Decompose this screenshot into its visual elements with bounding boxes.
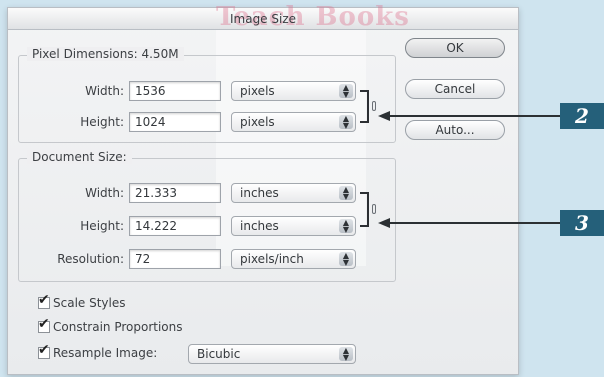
resample-method-select[interactable]: Bicubic ▲ ▼ xyxy=(188,344,356,364)
pixel-dimensions-size: 4.50M xyxy=(141,47,179,61)
chain-link-icon xyxy=(372,204,376,214)
document-height-unit-select[interactable]: inches ▲ ▼ xyxy=(231,216,356,236)
pixel-link-bracket xyxy=(360,90,369,123)
document-height-unit-value: inches xyxy=(240,219,279,233)
pixel-height-unit-value: pixels xyxy=(240,115,275,129)
callout-badge-2: 2 xyxy=(560,103,604,129)
callout-3-line xyxy=(388,222,560,224)
updown-arrows-icon: ▲ ▼ xyxy=(339,219,353,234)
updown-arrows-icon: ▲ ▼ xyxy=(339,252,353,267)
document-height-field[interactable]: 14.222 xyxy=(129,216,221,236)
auto-button[interactable]: Auto... xyxy=(405,120,505,140)
updown-arrows-icon: ▲ ▼ xyxy=(339,186,353,201)
updown-arrows-icon: ▲ ▼ xyxy=(339,115,353,130)
cancel-button[interactable]: Cancel xyxy=(405,79,505,99)
resample-image-option[interactable]: ✔ Resample Image: xyxy=(38,343,158,360)
checkmark-icon: ✔ xyxy=(38,342,50,358)
document-width-unit-value: inches xyxy=(240,186,279,200)
updown-arrows-icon: ▲ ▼ xyxy=(339,347,353,362)
resolution-unit-value: pixels/inch xyxy=(240,252,304,266)
resample-method-value: Bicubic xyxy=(197,347,241,361)
document-height-label: Height: xyxy=(80,219,124,233)
document-width-field[interactable]: 21.333 xyxy=(129,183,221,203)
constrain-proportions-checkbox[interactable]: ✔ xyxy=(38,317,50,333)
resolution-unit-select[interactable]: pixels/inch ▲ ▼ xyxy=(231,249,356,269)
resample-image-label: Resample Image: xyxy=(53,346,158,360)
document-size-legend: Document Size: xyxy=(27,150,132,164)
constrain-proportions-option[interactable]: ✔ Constrain Proportions xyxy=(38,317,183,334)
dialog-title: Image Size xyxy=(229,12,297,26)
scale-styles-label: Scale Styles xyxy=(53,296,126,310)
resolution-label: Resolution: xyxy=(57,252,124,266)
chain-link-icon xyxy=(372,101,376,111)
updown-arrows-icon: ▲ ▼ xyxy=(339,84,353,99)
pixel-width-unit-select[interactable]: pixels ▲ ▼ xyxy=(231,81,356,101)
pixel-height-unit-select[interactable]: pixels ▲ ▼ xyxy=(231,112,356,132)
pixel-width-field[interactable]: 1536 xyxy=(129,81,221,101)
pixel-width-label: Width: xyxy=(85,84,124,98)
document-link-bracket xyxy=(360,192,369,227)
resample-image-checkbox[interactable]: ✔ xyxy=(38,343,50,359)
title-bar[interactable]: Teach Books Image Size xyxy=(8,2,518,32)
pixel-dimensions-legend: Pixel Dimensions: 4.50M xyxy=(27,47,184,61)
scale-styles-option[interactable]: ✔ Scale Styles xyxy=(38,293,126,310)
ok-button[interactable]: OK xyxy=(405,38,505,58)
image-size-dialog: Teach Books Image Size Pixel Dimensions:… xyxy=(7,2,519,375)
constrain-proportions-label: Constrain Proportions xyxy=(53,320,183,334)
scale-styles-checkbox[interactable]: ✔ xyxy=(38,293,50,309)
pixel-height-label: Height: xyxy=(80,115,124,129)
pixel-width-unit-value: pixels xyxy=(240,84,275,98)
callout-badge-3: 3 xyxy=(560,210,604,236)
document-width-label: Width: xyxy=(85,186,124,200)
callout-2-line xyxy=(388,115,560,117)
checkmark-icon: ✔ xyxy=(38,316,50,332)
document-width-unit-select[interactable]: inches ▲ ▼ xyxy=(231,183,356,203)
checkmark-icon: ✔ xyxy=(38,292,50,308)
pixel-height-field[interactable]: 1024 xyxy=(129,112,221,132)
resolution-field[interactable]: 72 xyxy=(129,249,221,269)
